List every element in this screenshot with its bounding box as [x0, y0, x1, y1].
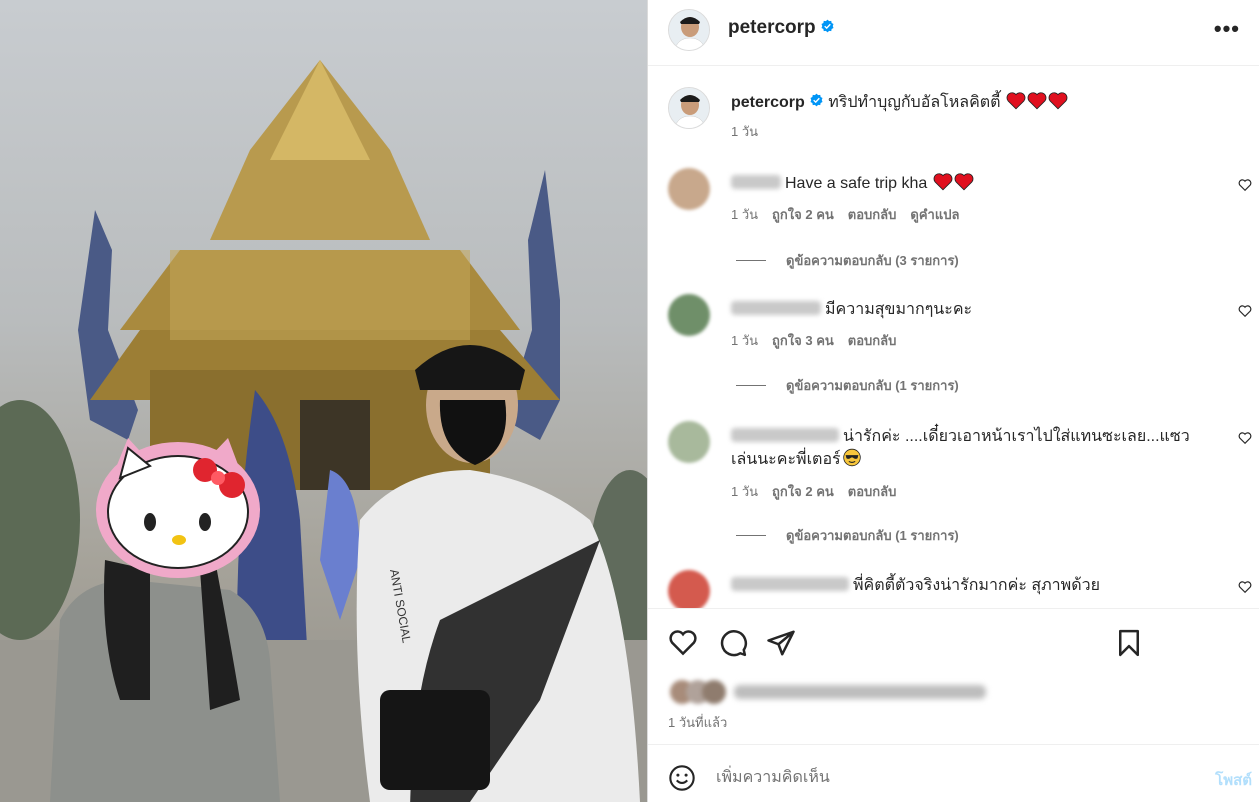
comment-text: Have a safe trip kha	[731, 172, 1221, 195]
add-comment-bar: โพสต์	[648, 744, 1259, 802]
blurred-likes-text	[734, 685, 986, 699]
red-heart-emoji-icon	[954, 173, 974, 191]
comment-body: Have a safe trip kha	[785, 175, 928, 192]
comment-body-line1: น่ารักค่ะ ....เดี๋ยวเอาหน้าเราไปใส่แทนซะ…	[843, 428, 1190, 445]
username[interactable]: petercorp	[728, 17, 835, 39]
avatar[interactable]	[668, 168, 710, 210]
red-heart-emoji-icon	[933, 173, 953, 191]
reply-button[interactable]: ตอบกลับ	[848, 484, 897, 499]
instagram-post-view: ANTI SOCIAL petercorp ••• petercorp ทริป…	[0, 0, 1259, 802]
comment-icon[interactable]	[718, 628, 748, 658]
post-comment-button[interactable]: โพสต์	[1215, 768, 1252, 792]
verified-badge-icon	[810, 93, 823, 107]
red-heart-emoji-icon	[1006, 92, 1026, 110]
comment-text: พี่คิตตี้ตัวจริงน่ารักมากค่ะ สุภาพด้วย	[731, 574, 1221, 597]
comment-text: มีความสุขมากๆนะคะ	[731, 298, 1221, 321]
username-text[interactable]: petercorp	[728, 17, 816, 38]
comment-time: 1 วัน	[731, 333, 759, 348]
comment-meta: 1 วัน ถูกใจ 2 คน ตอบกลับ	[731, 481, 910, 502]
view-replies-button[interactable]: ดูข้อความตอบกลับ (3 รายการ)	[736, 250, 959, 271]
blurred-username[interactable]	[731, 428, 839, 442]
red-heart-emoji-icon	[1027, 92, 1047, 110]
comment-time: 1 วัน	[731, 484, 759, 499]
comment-likes-count[interactable]: ถูกใจ 2 คน	[772, 484, 834, 499]
comment-meta: 1 วัน ถูกใจ 2 คน ตอบกลับ ดูคำแปล	[731, 204, 973, 225]
post-photo[interactable]: ANTI SOCIAL	[0, 0, 647, 802]
avatar[interactable]	[668, 421, 710, 463]
sunglasses-emoji-icon	[842, 448, 861, 467]
avatar[interactable]	[668, 294, 710, 336]
verified-badge-icon	[821, 19, 834, 33]
view-replies-button[interactable]: ดูข้อความตอบกลับ (1 รายการ)	[736, 375, 959, 396]
blurred-username[interactable]	[731, 301, 821, 315]
comment-like-heart-icon[interactable]	[1238, 178, 1252, 192]
caption-text: petercorp ทริปทำบุญกับอัลโหลคิตตี้	[731, 90, 1068, 115]
view-replies-button[interactable]: ดูข้อความตอบกลับ (1 รายการ)	[736, 525, 959, 546]
comment-like-heart-icon[interactable]	[1238, 431, 1252, 445]
comment-body-line2: เล่นนะคะพี่เตอร์	[731, 451, 841, 468]
bookmark-icon[interactable]	[1114, 628, 1144, 658]
comment-body: พี่คิตตี้ตัวจริงน่ารักมากค่ะ สุภาพด้วย	[853, 577, 1100, 594]
avatar[interactable]	[668, 87, 710, 129]
post-side-panel: petercorp ••• petercorp ทริปทำบุญกับอัลโ	[647, 0, 1259, 802]
liked-by-summary[interactable]	[670, 679, 988, 705]
post-header: petercorp •••	[648, 0, 1259, 66]
avatar[interactable]	[668, 9, 710, 51]
comment-likes-count[interactable]: ถูกใจ 2 คน	[772, 207, 834, 222]
comment-like-heart-icon[interactable]	[1238, 580, 1252, 594]
blurred-username[interactable]	[731, 175, 781, 189]
red-heart-emoji-icon	[1048, 92, 1068, 110]
comment-body: มีความสุขมากๆนะคะ	[825, 301, 973, 318]
caption-username[interactable]: petercorp	[731, 94, 805, 111]
reply-button[interactable]: ตอบกลับ	[848, 207, 897, 222]
caption-time: 1 วัน	[731, 124, 759, 139]
post-timestamp: 1 วันที่แล้ว	[668, 715, 728, 730]
comment-time: 1 วัน	[731, 207, 759, 222]
emoji-smiley-icon[interactable]	[668, 764, 696, 792]
reply-button[interactable]: ตอบกลับ	[848, 333, 897, 348]
hello-kitty-mask	[96, 438, 260, 578]
comment-like-heart-icon[interactable]	[1238, 304, 1252, 318]
comment-likes-count[interactable]: ถูกใจ 3 คน	[772, 333, 834, 348]
avatar	[702, 680, 726, 704]
see-translation-button[interactable]: ดูคำแปล	[910, 207, 959, 222]
comment-text: น่ารักค่ะ ....เดี๋ยวเอาหน้าเราไปใส่แทนซะ…	[731, 425, 1221, 471]
comment-input[interactable]	[716, 759, 1176, 797]
like-heart-icon[interactable]	[668, 628, 698, 658]
temple-photo-illustration: ANTI SOCIAL	[0, 60, 647, 802]
avatar[interactable]	[668, 570, 710, 608]
share-icon[interactable]	[766, 628, 796, 658]
caption-body: ทริปทำบุญกับอัลโหลคิตตี้	[828, 94, 1001, 111]
comments-list[interactable]: petercorp ทริปทำบุญกับอัลโหลคิตตี้ 1 วัน…	[648, 67, 1259, 608]
blurred-username[interactable]	[731, 577, 849, 591]
comment-meta: 1 วัน ถูกใจ 3 คน ตอบกลับ	[731, 330, 910, 351]
post-actions: 1 วันที่แล้ว	[648, 608, 1259, 744]
more-options-icon[interactable]: •••	[1214, 16, 1240, 42]
